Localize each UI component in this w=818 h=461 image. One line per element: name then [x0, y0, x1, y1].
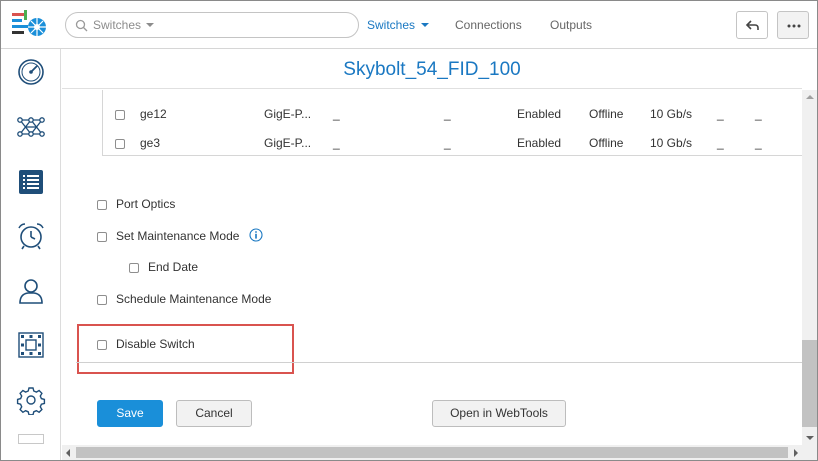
more-button[interactable]: [777, 11, 809, 39]
collapse-sidebar-handle[interactable]: [18, 434, 44, 444]
chevron-down-icon: [146, 23, 155, 27]
horizontal-scroll-thumb[interactable]: [76, 447, 788, 458]
search-icon: [75, 19, 88, 32]
nav-outputs[interactable]: Outputs: [550, 18, 592, 32]
port-col8: _: [717, 136, 724, 150]
nav-connections[interactable]: Connections: [455, 18, 522, 32]
more-dots-icon: [787, 24, 801, 28]
horizontal-scrollbar[interactable]: [62, 445, 802, 460]
schedule-maintenance-mode-checkbox[interactable]: [97, 295, 107, 305]
port-col4: _: [444, 107, 451, 121]
scrollbar-corner: [802, 445, 817, 460]
port-status: Offline: [589, 136, 624, 150]
nav-switches[interactable]: Switches: [367, 18, 430, 32]
port-state: Enabled: [517, 136, 562, 150]
undo-arrow-icon: [745, 20, 759, 30]
port-speed: 10 Gb/s: [650, 136, 693, 150]
scroll-up-icon[interactable]: [806, 95, 814, 99]
port-col3: _: [333, 107, 340, 121]
open-in-webtools-button[interactable]: Open in WebTools: [432, 400, 566, 427]
port-speed: 10 Gb/s: [650, 107, 693, 121]
page-title: Skybolt_54_FID_100: [62, 49, 802, 89]
set-maintenance-mode-checkbox[interactable]: [97, 232, 107, 242]
port-col9: _: [755, 107, 762, 121]
row-checkbox[interactable]: [115, 110, 125, 120]
info-icon[interactable]: [249, 228, 263, 242]
port-type: GigE-P...: [264, 107, 312, 121]
port-type: GigE-P...: [264, 136, 312, 150]
table-row[interactable]: ge12 GigE-P... _ _ Enabled Offline 10 Gb…: [103, 100, 802, 128]
divider: [76, 362, 802, 363]
port-col9: _: [755, 136, 762, 150]
port-col3: _: [333, 136, 340, 150]
highlight-box: [77, 324, 294, 374]
switch-edit-panel: ge12 GigE-P... _ _ Enabled Offline 10 Gb…: [62, 90, 802, 445]
port-col8: _: [717, 107, 724, 121]
user-icon[interactable]: [16, 276, 46, 306]
save-button[interactable]: Save: [97, 400, 163, 427]
scroll-right-icon[interactable]: [794, 449, 798, 457]
end-date-label: End Date: [148, 260, 199, 274]
nav-switches-label: Switches: [367, 18, 416, 32]
scroll-left-icon[interactable]: [66, 449, 70, 457]
vertical-scrollbar[interactable]: [802, 90, 817, 445]
port-col4: _: [444, 136, 451, 150]
topology-network-icon[interactable]: [16, 112, 46, 142]
top-bar: Switches Switches Connections Outputs: [1, 1, 817, 49]
back-button[interactable]: [736, 11, 768, 39]
fabric-grid-icon[interactable]: [16, 330, 46, 360]
port-optics-label: Port Optics: [116, 197, 176, 211]
port-name: ge3: [140, 136, 161, 150]
port-state: Enabled: [517, 107, 562, 121]
sidebar: [1, 49, 61, 460]
search-input[interactable]: Switches: [65, 12, 359, 38]
scroll-down-icon[interactable]: [806, 436, 814, 440]
inventory-list-icon[interactable]: [16, 167, 46, 197]
app-logo-icon[interactable]: [10, 9, 48, 41]
cancel-button[interactable]: Cancel: [176, 400, 252, 427]
dashboard-gauge-icon[interactable]: [16, 57, 46, 87]
set-maintenance-mode-label: Set Maintenance Mode: [116, 229, 240, 243]
port-status: Offline: [589, 107, 624, 121]
chevron-down-icon: [421, 23, 430, 27]
end-date-checkbox[interactable]: [129, 263, 139, 273]
ports-table: ge12 GigE-P... _ _ Enabled Offline 10 Gb…: [102, 90, 802, 156]
port-name: ge12: [140, 107, 167, 121]
schedule-maintenance-mode-label: Schedule Maintenance Mode: [116, 292, 272, 306]
alarm-clock-icon[interactable]: [16, 221, 46, 251]
search-placeholder: Switches: [93, 18, 155, 32]
port-optics-checkbox[interactable]: [97, 200, 107, 210]
row-checkbox[interactable]: [115, 139, 125, 149]
vertical-scroll-thumb[interactable]: [802, 340, 817, 427]
settings-gear-icon[interactable]: [16, 385, 46, 415]
table-row[interactable]: ge3 GigE-P... _ _ Enabled Offline 10 Gb/…: [103, 129, 802, 157]
